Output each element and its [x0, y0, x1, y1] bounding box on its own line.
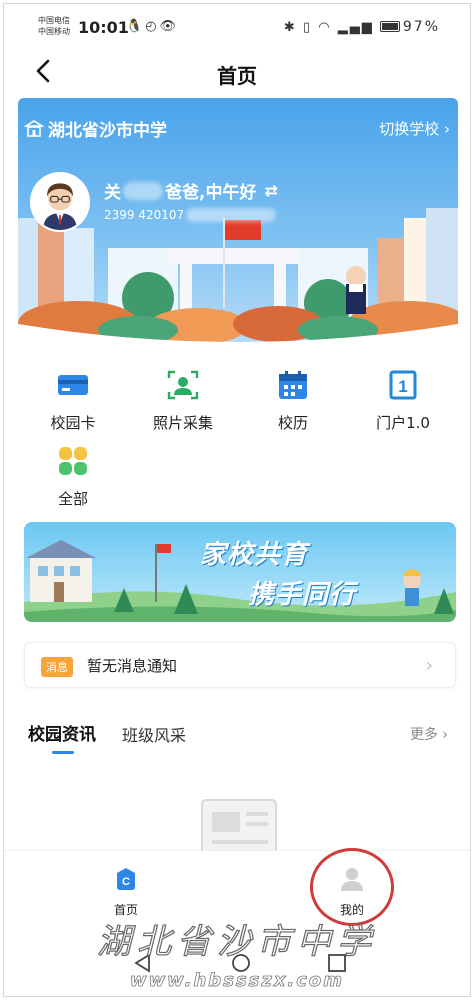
quick-item-campus-card[interactable]: 校园卡	[18, 368, 128, 433]
bottom-tab-bar: C 首页 我的	[4, 850, 470, 930]
chevron-right-icon: ›	[442, 727, 448, 743]
greeting-prefix: 关	[104, 183, 121, 203]
notice-text: 暂无消息通知	[87, 657, 178, 675]
redacted-account	[186, 208, 277, 222]
more-label: 更多	[409, 727, 438, 743]
promo-banner[interactable]: 家校共育 携手同行	[24, 522, 456, 622]
chevron-right-icon: ›	[444, 120, 450, 138]
account-number: 2399 420107	[104, 208, 277, 222]
battery-level: 97%	[402, 19, 440, 35]
chevron-right-icon: ›	[425, 655, 433, 676]
quick-item-label: 照片采集	[152, 414, 213, 432]
avatar[interactable]	[30, 172, 90, 232]
signal-icon: ▂▄▆	[337, 20, 374, 35]
carrier-2: 中国移动	[38, 27, 70, 36]
active-tab-indicator	[52, 751, 74, 754]
system-home-icon[interactable]	[230, 952, 252, 974]
nav-bar: 首页	[4, 46, 470, 98]
quick-item-label: 全部	[57, 490, 88, 508]
carrier-info: 中国电信 中国移动	[38, 15, 70, 37]
quick-item-all[interactable]: 全部	[18, 444, 128, 509]
quick-item-school-calendar[interactable]: 校历	[238, 368, 348, 433]
portal-icon: 1	[389, 370, 417, 400]
speed-icon: ◴	[145, 19, 160, 34]
page-title: 首页	[217, 64, 257, 88]
switch-school-label: 切换学校	[379, 120, 440, 138]
carrier-1: 中国电信	[38, 16, 70, 25]
clock: 10:01	[78, 18, 129, 37]
message-notice[interactable]: 消息 暂无消息通知 ›	[24, 642, 456, 688]
svg-text:C: C	[122, 876, 130, 888]
qq-icon: 🐧	[126, 19, 146, 34]
system-back-icon[interactable]	[132, 952, 154, 974]
promo-title-line2: 携手同行	[248, 580, 357, 610]
all-apps-icon	[59, 447, 87, 475]
battery-icon	[379, 21, 400, 32]
switch-account-icon[interactable]: ⇄	[264, 181, 277, 200]
tab-class-style[interactable]: 班级风采	[122, 722, 186, 746]
status-bar: 中国电信 中国移动 10:01 🐧◴👁 ✱ ▯ ◠ ▂▄▆ 97%	[4, 4, 470, 46]
highlight-circle	[310, 848, 394, 926]
calendar-icon	[279, 371, 307, 399]
promo-title-line1: 家校共育	[200, 540, 309, 570]
school-name: 湖北省沙市中学	[48, 121, 167, 141]
school-building-icon	[24, 119, 44, 137]
system-recents-icon[interactable]	[326, 952, 348, 974]
quick-item-label: 校园卡	[50, 414, 96, 432]
news-tabs: 校园资讯 班级风采 更多 ›	[24, 720, 456, 760]
system-navigation	[4, 944, 470, 984]
quick-item-portal[interactable]: 1 门户1.0	[348, 368, 458, 433]
quick-item-label: 门户1.0	[376, 414, 430, 432]
redacted-name	[123, 181, 163, 200]
wifi-icon: ◠	[318, 20, 332, 35]
card-icon	[58, 375, 88, 395]
school-banner: 湖北省沙市中学 切换学校 › 关 爸爸,中午好 ⇄ 2399 420107	[18, 98, 458, 342]
school-selector[interactable]: 湖北省沙市中学	[24, 116, 167, 141]
notification-icons: 🐧◴👁	[126, 19, 179, 34]
app-screen: 中国电信 中国移动 10:01 🐧◴👁 ✱ ▯ ◠ ▂▄▆ 97% 首页 湖北省…	[3, 3, 471, 997]
switch-school-button[interactable]: 切换学校 ›	[379, 118, 450, 139]
father-avatar-icon	[32, 174, 88, 230]
tab-home[interactable]: C 首页	[86, 867, 166, 918]
tab-campus-news[interactable]: 校园资讯	[28, 720, 96, 745]
greeting-suffix: 爸爸,中午好	[165, 183, 257, 203]
svg-text:1: 1	[398, 377, 407, 396]
eye-icon: 👁	[159, 19, 180, 34]
photo-capture-icon	[167, 370, 199, 400]
quick-item-label: 校历	[277, 414, 308, 432]
bluetooth-icon: ✱	[283, 20, 297, 35]
tab-home-label: 首页	[113, 903, 138, 917]
home-icon: C	[117, 868, 135, 890]
system-status-icons: ✱ ▯ ◠ ▂▄▆ 97%	[284, 19, 440, 35]
message-badge: 消息	[41, 657, 73, 677]
account-prefix: 2399 420107	[104, 208, 185, 222]
more-link[interactable]: 更多 ›	[410, 724, 448, 744]
vibrate-icon: ▯	[302, 20, 313, 35]
greeting: 关 爸爸,中午好 ⇄	[104, 178, 278, 203]
quick-item-photo-capture[interactable]: 照片采集	[128, 368, 238, 433]
